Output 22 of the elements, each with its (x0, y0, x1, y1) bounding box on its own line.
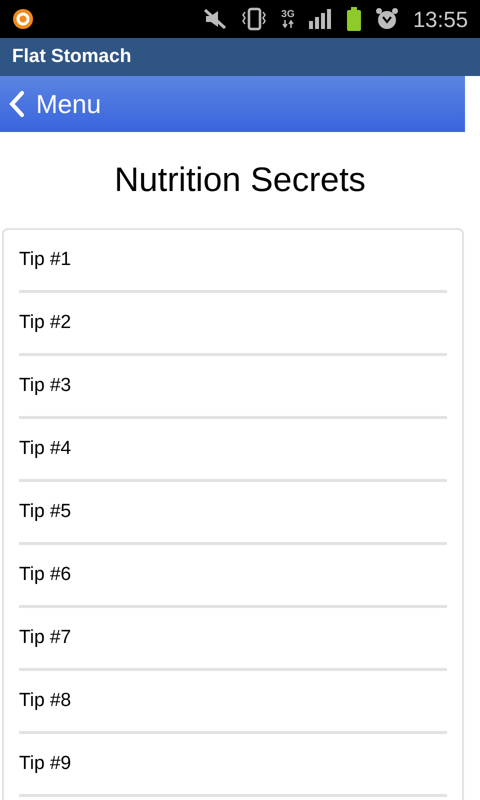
page-title: Nutrition Secrets (113, 160, 367, 201)
tip-list-item[interactable]: Tip #3 (19, 372, 72, 400)
signal-icon (308, 9, 333, 29)
data-arrows-icon (280, 20, 295, 28)
tip-list-item[interactable]: Tip #5 (19, 498, 72, 526)
battery-icon (346, 7, 361, 31)
mute-icon (202, 8, 227, 30)
tip-list-item[interactable]: Tip #9 (19, 750, 72, 778)
chevron-left-icon (8, 90, 26, 118)
tip-list-item[interactable]: Tip #4 (19, 434, 72, 464)
back-button[interactable]: Menu (8, 84, 102, 124)
network-type-label: 3G (281, 10, 295, 20)
clock-time: 13:55 (412, 6, 468, 34)
tip-list-item[interactable]: Tip #7 (19, 624, 72, 652)
app-title: Flat Stomach (12, 44, 132, 69)
tip-list-item[interactable]: Tip #8 (19, 686, 72, 716)
app-notification-icon (12, 8, 34, 30)
tip-list-item[interactable]: Tip #2 (19, 308, 72, 338)
tip-list-item[interactable]: Tip #6 (19, 560, 72, 590)
alarm-clock-icon (374, 7, 399, 31)
tip-list-item[interactable]: Tip #1 (19, 246, 72, 274)
vibrate-icon (240, 7, 267, 31)
